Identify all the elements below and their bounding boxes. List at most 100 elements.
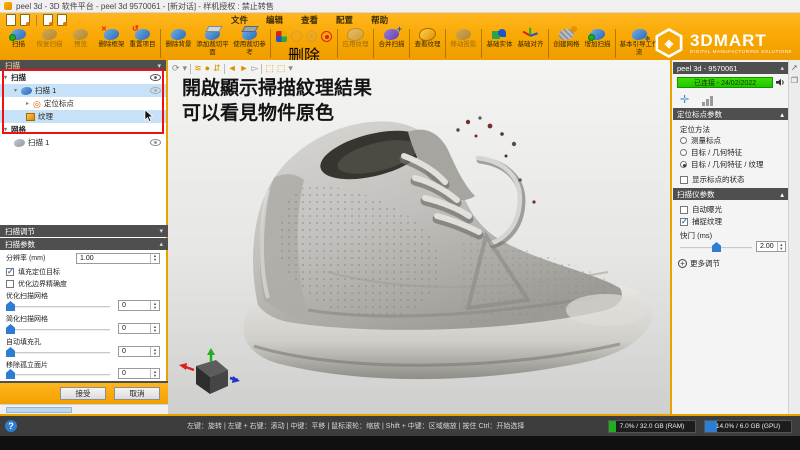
spinner-arrows[interactable]: ▲▼ [150, 347, 159, 356]
simplify-mesh-slider[interactable] [6, 323, 110, 335]
reset-project-button[interactable]: 重置项目 [127, 27, 158, 60]
radio-selected-icon[interactable] [680, 161, 687, 168]
viewport-3d[interactable]: ⟳▾ ≋ ● ⇵ ◄ ► ▻ ⬚ ⬚ ▾ 開啟顯示掃描紋理結果 可以看見物件原色 [168, 60, 670, 414]
shutter-input[interactable]: 2.00 ▲▼ [756, 241, 786, 252]
open-session-icon[interactable] [20, 14, 30, 26]
scanner-panel-header[interactable]: peel 3d - 9570061▴ [673, 62, 788, 74]
target-icon[interactable] [321, 31, 332, 42]
view-texture-button[interactable]: 查看纹理 [412, 27, 443, 60]
menu-edit[interactable]: 编辑 [262, 14, 287, 26]
move-projection-button[interactable]: 移动投影 [448, 27, 479, 60]
signal-level-icon [702, 96, 713, 106]
optimize-boundary-checkbox[interactable] [6, 280, 14, 288]
auto-exposure-checkbox[interactable] [680, 206, 688, 214]
window-title: peel 3d - 3D 软件平台 - peel 3d 9570061 - [新… [16, 1, 274, 12]
palette-icon[interactable] [276, 31, 287, 42]
capture-texture-row[interactable]: 捕捉纹理 [680, 216, 722, 227]
divider [337, 29, 338, 58]
scrollbar-thumb[interactable] [6, 407, 72, 413]
orientation-cube-widget[interactable] [178, 348, 240, 400]
show-targets-status-row[interactable]: 显示标点的状态 [680, 174, 745, 185]
pop-out-icon[interactable]: ➚ [791, 63, 798, 72]
optimize-boundary-row: 优化边界精确度 [0, 278, 168, 289]
radio-targets-geometry-texture[interactable]: 目标 / 几何特征 / 纹理 [680, 159, 764, 170]
circle-icon[interactable] [291, 31, 302, 42]
tree-item-targets[interactable]: ▸ ◎ 定位标点 [0, 97, 166, 110]
move-targets-icon[interactable]: ✛ [680, 93, 688, 106]
expander-icon[interactable]: ▾ [4, 126, 11, 133]
app-icon [4, 2, 12, 10]
eye-icon[interactable] [150, 139, 161, 148]
spinner-arrows[interactable]: ▲▼ [777, 242, 785, 251]
optimize-mesh-input[interactable]: 0▲▼ [118, 300, 160, 311]
spinner-arrows[interactable]: ▲▼ [150, 254, 159, 263]
section-scan-adjust[interactable]: 扫描调节▾ [0, 225, 168, 237]
scan-button[interactable]: 扫描 [3, 27, 34, 60]
resolution-input[interactable]: 1.00 ▲▼ [76, 253, 160, 264]
collapse-icon[interactable]: ▾ [157, 62, 161, 70]
slider-label-row: 简化扫描网格 [0, 314, 168, 323]
new-session-icon[interactable] [6, 14, 16, 26]
radio-targets-geometry[interactable]: 目标 / 几何特征 [680, 147, 742, 158]
speaker-icon[interactable] [776, 78, 785, 89]
radio-targets[interactable]: 测量标点 [680, 135, 721, 146]
eye-icon[interactable] [150, 74, 161, 83]
cancel-button[interactable]: 取消 [114, 387, 160, 400]
remove-background-button[interactable]: 删除背景 [163, 27, 194, 60]
optimize-mesh-slider[interactable] [6, 300, 110, 312]
use-clipping-reference-button[interactable]: 使用裁切参考 [231, 27, 268, 60]
save-session-icon[interactable] [43, 14, 53, 26]
menu-view[interactable]: 查看 [297, 14, 322, 26]
resume-scan-button[interactable]: 恢复扫描 [34, 27, 65, 60]
radio-icon[interactable] [680, 149, 687, 156]
show-targets-checkbox[interactable] [680, 176, 688, 184]
delete-frames-button[interactable]: 删除框架 [96, 27, 127, 60]
remove-isolated-slider[interactable] [6, 368, 110, 380]
save-as-icon[interactable] [57, 14, 67, 26]
eye-icon[interactable] [150, 87, 161, 96]
tree-item-mesh-scan1[interactable]: 扫描 1 [0, 136, 166, 149]
window-dock-icon[interactable]: ❐ [791, 76, 798, 85]
tree-item-texture[interactable]: 纹理 [0, 110, 166, 123]
tree-group-meshes[interactable]: ▾ 网格 [0, 123, 166, 136]
capture-texture-checkbox[interactable] [680, 218, 688, 226]
merge-scans-button[interactable]: 合并扫描 [376, 27, 407, 60]
add-clipping-plane-button[interactable]: 添加裁切平面 [194, 27, 231, 60]
slider-label-row: 自动填充孔 [0, 337, 168, 346]
spinner-arrows[interactable]: ▲▼ [150, 301, 159, 310]
menu-file[interactable]: 文件 [227, 14, 252, 26]
shutter-slider[interactable] [680, 241, 752, 253]
radio-icon[interactable] [680, 137, 687, 144]
menu-help[interactable]: 帮助 [367, 14, 392, 26]
tree-group-scans[interactable]: ▾ 扫描 [0, 71, 166, 84]
horizontal-scrollbar[interactable] [0, 404, 168, 414]
spinner-arrows[interactable]: ▲▼ [150, 369, 159, 378]
remove-isolated-input[interactable]: 0▲▼ [118, 368, 160, 379]
more-settings-link[interactable]: + 更多调节 [678, 258, 720, 269]
fill-holes-input[interactable]: 0▲▼ [118, 346, 160, 357]
add-scan-button[interactable]: 增加扫描 [582, 27, 613, 60]
fill-holes-slider[interactable] [6, 346, 110, 358]
fill-targets-checkbox[interactable] [6, 268, 14, 276]
expander-icon[interactable]: ▸ [26, 100, 33, 107]
tree-item-scan1[interactable]: ▾ 扫描 1 [0, 84, 166, 97]
base-entity-button[interactable]: 基础实体 [484, 27, 515, 60]
section-scanner-params[interactable]: 扫描仪参数▴ [673, 188, 788, 200]
auto-exposure-row[interactable]: 自动曝光 [680, 204, 722, 215]
preview-button[interactable]: 预览 [65, 27, 96, 60]
accept-button[interactable]: 接受 [60, 387, 106, 400]
expander-icon[interactable]: ▾ [14, 87, 21, 94]
spinner-arrows[interactable]: ▲▼ [150, 324, 159, 333]
menu-config[interactable]: 配置 [332, 14, 357, 26]
expander-icon[interactable]: ▾ [4, 74, 11, 81]
circle-dot-icon[interactable] [306, 31, 317, 42]
apply-texture-button[interactable]: 应用纹理 [340, 27, 371, 60]
tree-panel-header[interactable]: 扫描▾ [0, 60, 166, 71]
section-positioning-params[interactable]: 定位标点参数▴ [673, 108, 788, 120]
simplify-mesh-input[interactable]: 0▲▼ [118, 323, 160, 334]
base-align-button[interactable]: 基础对齐 [515, 27, 546, 60]
create-mesh-button[interactable]: 创建网格 [551, 27, 582, 60]
section-scan-params[interactable]: 扫描参数▴ [0, 238, 168, 250]
shutter-label: 快门 (ms) [680, 230, 712, 241]
help-icon[interactable]: ? [5, 420, 17, 432]
